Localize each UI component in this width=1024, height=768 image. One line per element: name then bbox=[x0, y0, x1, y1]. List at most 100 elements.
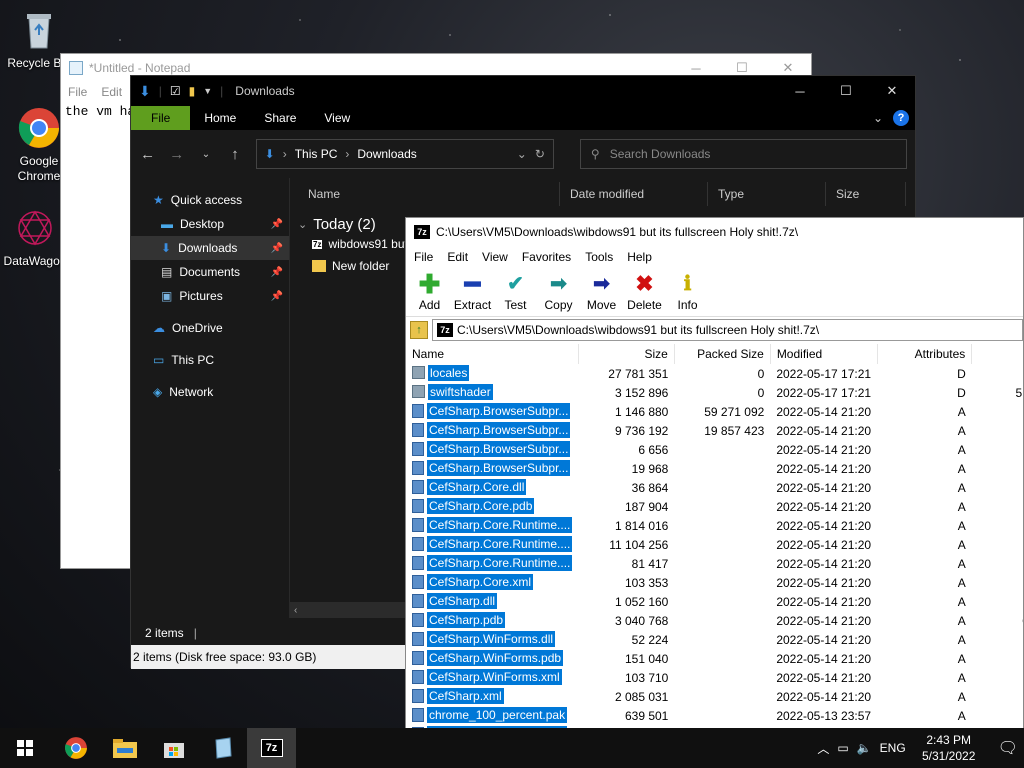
column-modified[interactable]: Modified bbox=[770, 344, 878, 364]
pin-icon[interactable]: 📌 bbox=[271, 291, 283, 302]
nav-label: Quick access bbox=[170, 193, 243, 207]
table-row[interactable]: CefSharp.Core.Runtime.... 11 104 256 2022-… bbox=[406, 535, 1023, 554]
table-row[interactable]: CefSharp.BrowserSubpr... 6 656 2022-05-14 … bbox=[406, 440, 1023, 459]
taskbar-notepad[interactable] bbox=[198, 728, 247, 768]
column-type[interactable]: Type bbox=[708, 182, 826, 206]
show-hidden-icons-icon[interactable]: ︿ bbox=[817, 740, 829, 757]
path-input[interactable]: 7z C:\Users\VM5\Downloads\wibdows91 but … bbox=[432, 318, 1023, 341]
table-row[interactable]: CefSharp.Core.Runtime.... 81 417 2022-05-1… bbox=[406, 554, 1023, 573]
search-input[interactable]: ⚲ Search Downloads bbox=[579, 139, 907, 169]
customize-toolbar-icon[interactable]: ▼ bbox=[203, 86, 212, 96]
column-name[interactable]: Name bbox=[290, 182, 560, 206]
tab-file[interactable]: File bbox=[131, 106, 191, 130]
table-row[interactable]: CefSharp.dll 1 052 160 2022-05-14 21:20 A 77 bbox=[406, 592, 1023, 611]
sevenzip-titlebar[interactable]: 7z C:\Users\VM5\Downloads\wibdows91 but … bbox=[406, 218, 1023, 246]
column-size[interactable]: Size bbox=[578, 344, 675, 364]
clock[interactable]: 2:43 PM 5/31/2022 bbox=[914, 732, 984, 764]
column-name[interactable]: Name bbox=[406, 344, 579, 364]
menu-favorites[interactable]: Favorites bbox=[522, 250, 571, 264]
recent-locations-icon[interactable]: ⌄ bbox=[197, 149, 214, 160]
menu-view[interactable]: View bbox=[482, 250, 508, 264]
pin-icon[interactable]: 📌 bbox=[271, 267, 283, 278]
menu-file[interactable]: File bbox=[414, 250, 433, 264]
minimize-icon[interactable]: ─ bbox=[777, 76, 823, 106]
expand-ribbon-icon[interactable]: ⌄ bbox=[873, 111, 883, 125]
notepad-menu-edit[interactable]: Edit bbox=[101, 85, 122, 99]
maximize-icon[interactable]: ☐ bbox=[823, 76, 869, 106]
extract-button[interactable]: ━ Extract bbox=[451, 268, 494, 316]
nav-documents[interactable]: ▤ Documents 📌 bbox=[131, 260, 289, 284]
nav-downloads[interactable]: ⬇ Downloads 📌 bbox=[131, 236, 289, 260]
table-row[interactable]: CefSharp.WinForms.dll 52 224 2022-05-14 21… bbox=[406, 630, 1023, 649]
breadcrumb-downloads[interactable]: Downloads bbox=[357, 147, 416, 161]
folder-up-icon[interactable]: ↑ bbox=[410, 320, 428, 339]
close-icon[interactable]: ✕ bbox=[869, 76, 915, 106]
address-bar[interactable]: ⬇ › This PC › Downloads ⌄ ↻ bbox=[255, 139, 554, 169]
address-dropdown-icon[interactable]: ⌄ bbox=[517, 147, 527, 161]
back-arrow-icon[interactable]: ← bbox=[139, 146, 156, 163]
taskbar-7zip[interactable]: 7z bbox=[247, 728, 296, 768]
forward-arrow-icon[interactable]: → bbox=[168, 146, 185, 163]
nav-quick-access[interactable]: ★ Quick access bbox=[131, 188, 289, 212]
table-row[interactable]: CefSharp.WinForms.pdb 151 040 2022-05-14 2… bbox=[406, 649, 1023, 668]
table-row[interactable]: CefSharp.Core.xml 103 353 2022-05-14 21:20… bbox=[406, 573, 1023, 592]
nav-desktop[interactable]: ▬ Desktop 📌 bbox=[131, 212, 289, 236]
delete-button[interactable]: ✖ Delete bbox=[623, 268, 666, 316]
nav-this-pc[interactable]: ▭ This PC bbox=[131, 348, 289, 372]
refresh-icon[interactable]: ↻ bbox=[535, 147, 545, 161]
table-row[interactable]: CefSharp.xml 2 085 031 2022-05-14 21:20 A E3 bbox=[406, 687, 1023, 706]
move-button[interactable]: ➡ Move bbox=[580, 268, 623, 316]
network-status-icon[interactable]: ▭ bbox=[837, 741, 848, 755]
pin-icon[interactable]: 📌 bbox=[271, 219, 283, 230]
sevenzip-window[interactable]: 7z C:\Users\VM5\Downloads\wibdows91 but … bbox=[405, 217, 1024, 768]
column-date-modified[interactable]: Date modified bbox=[560, 182, 708, 206]
notifications-icon[interactable]: 🗨 bbox=[998, 738, 1018, 758]
help-icon[interactable]: ? bbox=[893, 110, 909, 126]
table-row[interactable]: CefSharp.BrowserSubpr... 1 146 880 59 271 … bbox=[406, 402, 1023, 421]
nav-onedrive[interactable]: ☁ OneDrive bbox=[131, 316, 289, 340]
tab-view[interactable]: View bbox=[310, 106, 364, 130]
cell-packed-size bbox=[674, 535, 770, 554]
folder-icon[interactable]: ▮ bbox=[189, 84, 196, 98]
taskbar-file-explorer[interactable] bbox=[100, 728, 149, 768]
nav-pictures[interactable]: ▣ Pictures 📌 bbox=[131, 284, 289, 308]
language-indicator[interactable]: ENG bbox=[880, 741, 906, 755]
ribbon-tabs: File Home Share View ⌄ ? bbox=[131, 106, 915, 130]
column-size[interactable]: Size bbox=[826, 182, 906, 206]
table-row[interactable]: CefSharp.Core.pdb 187 904 2022-05-14 21:20… bbox=[406, 497, 1023, 516]
test-button[interactable]: ✔ Test bbox=[494, 268, 537, 316]
column-attributes[interactable]: Attributes bbox=[877, 344, 973, 364]
tab-home[interactable]: Home bbox=[190, 106, 250, 130]
table-row[interactable]: swiftshader 3 152 896 0 2022-05-17 17:21 D 5D… bbox=[406, 383, 1023, 402]
add-button[interactable]: ✚ Add bbox=[408, 268, 451, 316]
up-arrow-icon[interactable]: ↑ bbox=[226, 146, 243, 163]
notepad-menu-file[interactable]: File bbox=[68, 85, 87, 99]
nav-network[interactable]: ◈ Network bbox=[131, 380, 289, 404]
tab-share[interactable]: Share bbox=[250, 106, 310, 130]
info-button[interactable]: ℹ Info bbox=[666, 268, 709, 316]
quick-access-download-icon[interactable]: ⬇ bbox=[139, 83, 151, 100]
breadcrumb-this-pc[interactable]: This PC bbox=[295, 147, 338, 161]
copy-button[interactable]: ➡ Copy bbox=[537, 268, 580, 316]
scroll-left-icon[interactable]: ‹ bbox=[290, 605, 297, 616]
column-packed-size[interactable]: Packed Size bbox=[674, 344, 771, 364]
start-button[interactable] bbox=[0, 728, 49, 768]
table-row[interactable]: chrome_100_percent.pak 639 501 2022-05-13 … bbox=[406, 706, 1023, 725]
table-row[interactable]: CefSharp.BrowserSubpr... 19 968 2022-05-14… bbox=[406, 459, 1023, 478]
table-row[interactable]: CefSharp.pdb 3 040 768 2022-05-14 21:20 A CC bbox=[406, 611, 1023, 630]
menu-edit[interactable]: Edit bbox=[447, 250, 468, 264]
column-crc[interactable] bbox=[971, 344, 1023, 364]
table-row[interactable]: CefSharp.Core.dll 36 864 2022-05-14 21:20 A… bbox=[406, 478, 1023, 497]
file-icon bbox=[412, 479, 424, 494]
table-row[interactable]: CefSharp.Core.Runtime.... 1 814 016 2022-0… bbox=[406, 516, 1023, 535]
pin-icon[interactable]: 📌 bbox=[271, 243, 283, 254]
table-row[interactable]: locales 27 781 351 0 2022-05-17 17:21 D 25 bbox=[406, 364, 1023, 383]
table-row[interactable]: CefSharp.WinForms.xml 103 710 2022-05-14 2… bbox=[406, 668, 1023, 687]
taskbar-chrome[interactable] bbox=[51, 728, 100, 768]
properties-icon[interactable]: ☑ bbox=[170, 84, 181, 98]
menu-tools[interactable]: Tools bbox=[585, 250, 613, 264]
volume-icon[interactable]: 🔈 bbox=[857, 741, 872, 755]
menu-help[interactable]: Help bbox=[627, 250, 652, 264]
taskbar-store[interactable] bbox=[149, 728, 198, 768]
table-row[interactable]: CefSharp.BrowserSubpr... 9 736 192 19 857 … bbox=[406, 421, 1023, 440]
